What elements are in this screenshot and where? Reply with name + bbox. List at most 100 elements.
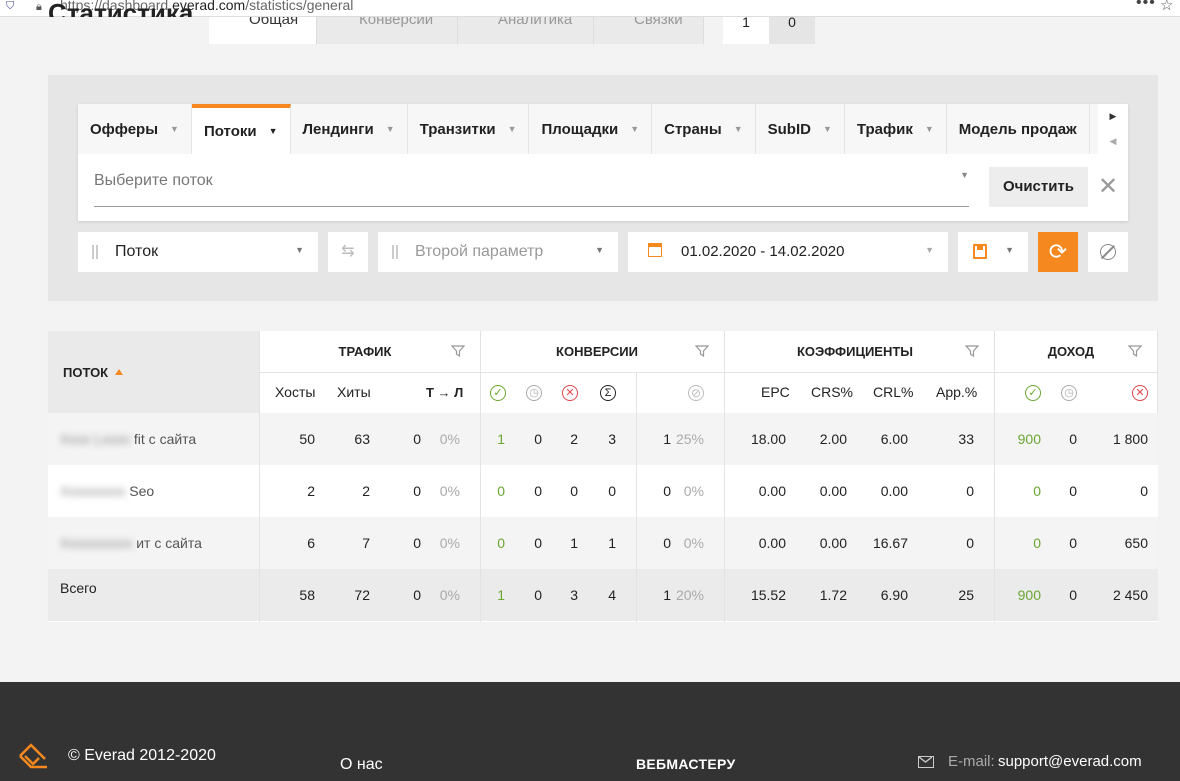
cell-i-wait: 0 (1069, 483, 1077, 499)
sort-asc-icon (115, 369, 123, 375)
cell-app: 25 (958, 587, 974, 603)
everad-logo-icon (19, 743, 47, 769)
traffic-group-header: ТРАФИК (260, 331, 480, 372)
transit-landing-header[interactable]: Т → Л (426, 372, 463, 413)
drag-handle-icon[interactable] (92, 245, 98, 259)
cell-c-sum: 4 (608, 587, 616, 603)
cell-i-rej: 2 450 (1112, 587, 1148, 603)
tab-links[interactable]: Связки (594, 17, 704, 44)
crs-header[interactable]: CRS% (811, 372, 853, 413)
stream-select[interactable]: Выберите поток ▼ (94, 166, 969, 207)
cell-tl: 0 (413, 535, 421, 551)
hosts-header[interactable]: Хосты (275, 372, 315, 413)
cell-tl: 0 (413, 431, 421, 447)
drag-handle-icon[interactable] (392, 245, 398, 259)
group-param-value: Поток (115, 243, 159, 260)
filter-tab-offers[interactable]: Офферы ▼ (78, 104, 192, 154)
caret-down-icon: ▼ (822, 124, 832, 134)
stream-name-hidden: Xxxx Lxxxx (60, 431, 131, 447)
col-divider (480, 331, 481, 622)
caret-down-icon: ▼ (1005, 245, 1014, 255)
epc-header[interactable]: EPC (761, 372, 790, 413)
clock-icon: ◷ (1061, 385, 1077, 401)
cell-epc: 0.00 (758, 535, 786, 551)
cell-i-ok: 900 (1017, 431, 1041, 447)
refresh-button[interactable]: ⟳ (1038, 232, 1078, 272)
cell-i-rej: 1 800 (1112, 431, 1148, 447)
pager-current[interactable]: 1 (723, 15, 769, 44)
tab-prev-icon[interactable]: ◀ (1098, 129, 1128, 154)
filter-tab-landings[interactable]: Лендинги ▼ (291, 104, 408, 154)
total-label: Всего (60, 580, 97, 596)
cell-c-wait: 0 (534, 587, 542, 603)
filter-tab-traffic[interactable]: Трафик ▼ (845, 104, 947, 154)
filter-icon[interactable] (451, 345, 465, 357)
tab-general[interactable]: Общая (209, 17, 317, 44)
caret-down-icon: ▼ (507, 124, 517, 134)
close-icon[interactable]: ✕ (1098, 174, 1118, 200)
cell-c-trash-pct: 0% (683, 483, 704, 499)
tab-conversions[interactable]: Конверсии (317, 17, 458, 44)
crl-header[interactable]: CRL% (873, 372, 913, 413)
hits-header[interactable]: Хиты (337, 372, 371, 413)
url-path: /statistics/general (245, 0, 354, 13)
filter-tab-sales-model[interactable]: Модель продаж (947, 104, 1090, 154)
caret-down-icon: ▼ (295, 245, 304, 255)
filter-tab-streams[interactable]: Потоки ▼ (191, 104, 291, 154)
tab-analytics[interactable]: Аналитика (458, 17, 594, 44)
cell-crs: 0.00 (819, 535, 847, 551)
clock-icon: ◷ (526, 385, 542, 401)
filter-tab-sites[interactable]: Площадки ▼ (529, 104, 653, 154)
stream-name-hidden: Xxxxxxxxx (60, 483, 126, 499)
cell-i-ok: 0 (1033, 535, 1041, 551)
filter-tab-countries[interactable]: Страны ▼ (652, 104, 756, 154)
cell-hosts: 58 (299, 587, 315, 603)
shield-icon[interactable]: ⛉ (6, 0, 16, 13)
cell-crl: 6.00 (880, 431, 908, 447)
sum-icon: Σ (600, 385, 616, 401)
date-range-picker[interactable]: 01.02.2020 - 14.02.2020 ▼ (628, 232, 948, 272)
filter-tab-transits[interactable]: Транзитки ▼ (408, 104, 530, 154)
cell-c-rej: 1 (570, 535, 578, 551)
save-preset-button[interactable]: ▼ (958, 232, 1028, 272)
cell-tl-pct: 0% (439, 535, 460, 551)
caret-down-icon: ▼ (960, 170, 969, 180)
pager-other[interactable]: 0 (769, 15, 815, 44)
clear-button[interactable]: Очистить (989, 167, 1088, 207)
cell-c-rej: 2 (570, 431, 578, 447)
cell-c-ok: 1 (497, 587, 505, 603)
webmaster-link[interactable]: ВЕБМАСТЕРУ (636, 756, 735, 772)
stream-name-hidden: Xxxxxxxxxx (60, 535, 133, 551)
caret-down-icon: ▼ (733, 124, 743, 134)
more-icon[interactable]: ••• (1136, 0, 1156, 12)
reset-button[interactable] (1088, 232, 1128, 272)
caret-down-icon: ▼ (630, 124, 640, 134)
cell-c-rej: 0 (570, 483, 578, 499)
tab-next-icon[interactable]: ▶ (1098, 104, 1128, 129)
cell-c-ok: 1 (497, 431, 505, 447)
email-link[interactable]: support@everad.com (998, 753, 1142, 770)
group-param-select[interactable]: Поток ▼ (78, 232, 318, 272)
caret-down-icon: ▼ (925, 245, 934, 255)
swap-params-button[interactable]: ⇆ (328, 232, 368, 272)
second-param-select[interactable]: Второй параметр ▼ (378, 232, 618, 272)
lock-icon: 🔒︎ (36, 1, 42, 13)
cell-hits: 63 (354, 431, 370, 447)
email-label: E-mail: (948, 753, 995, 770)
income-group-header: ДОХОД (994, 331, 1158, 372)
filter-icon[interactable] (965, 345, 979, 357)
filter-tab-subid[interactable]: SubID ▼ (756, 104, 845, 154)
about-link[interactable]: О нас (340, 756, 383, 774)
caret-down-icon: ▼ (385, 124, 395, 134)
filter-icon[interactable] (695, 345, 709, 357)
cell-c-trash: 1 (663, 431, 671, 447)
stream-select-placeholder: Выберите поток (94, 172, 213, 189)
table-row: Xxxxxxxxx Seo 2 2 0 0% 0 0 0 0 0 0% 0.00 0.00 0.00 0 0 0… (48, 465, 1158, 517)
approve-rate-header[interactable]: App.% (936, 372, 977, 413)
cell-i-ok: 900 (1017, 587, 1041, 603)
stream-column-header[interactable]: ПОТОК (48, 331, 259, 413)
filter-icon[interactable] (1128, 345, 1142, 357)
trash-icon: ⊘ (688, 385, 704, 401)
bookmark-star-icon[interactable]: ☆ (1160, 0, 1173, 14)
caret-down-icon: ▼ (924, 124, 934, 134)
